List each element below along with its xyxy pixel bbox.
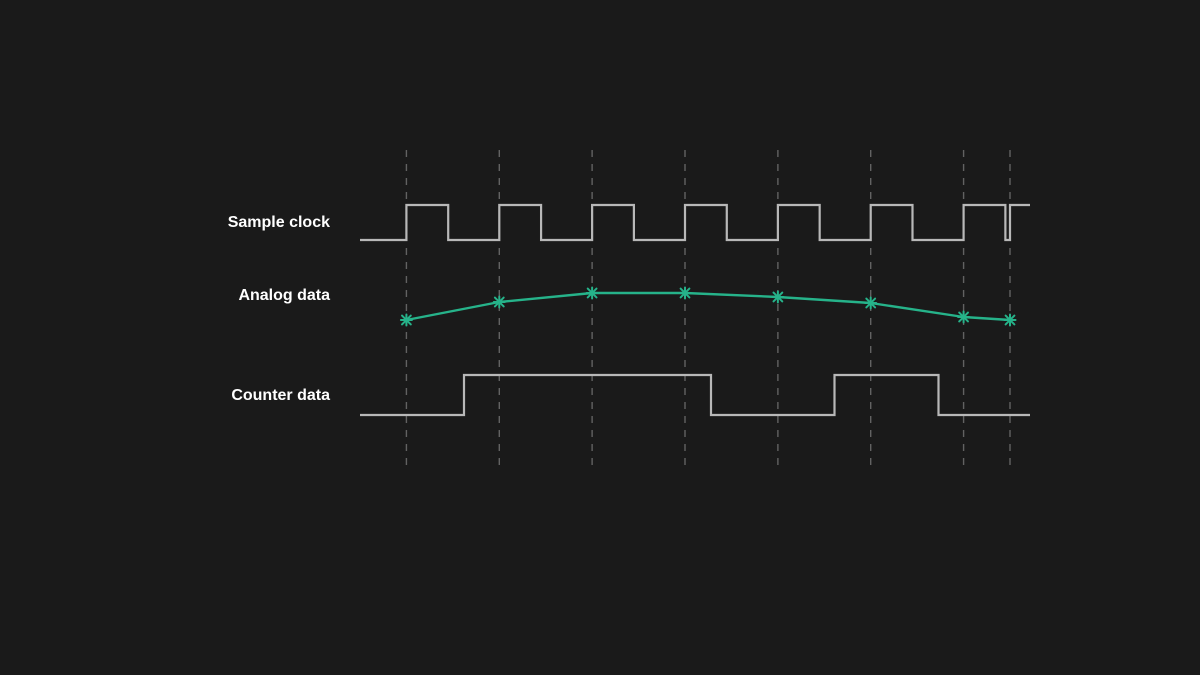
- counter-data-trace: [360, 375, 1030, 415]
- diagram-svg: [0, 0, 1200, 675]
- sample-clock-trace: [360, 205, 1030, 240]
- timing-diagram: Sample clock Analog data Counter data: [0, 0, 1200, 675]
- analog-data-trace: [401, 288, 1016, 326]
